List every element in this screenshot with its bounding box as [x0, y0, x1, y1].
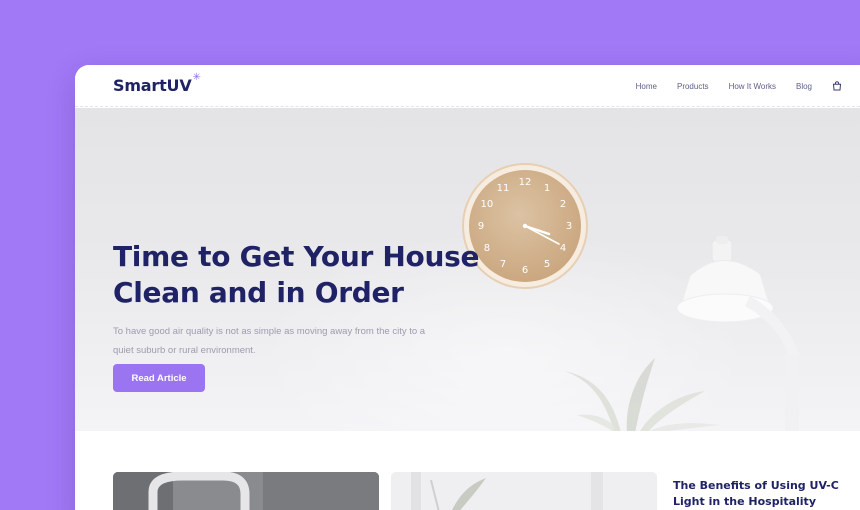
faucet-image: [113, 472, 379, 510]
nav-link-home[interactable]: Home: [636, 82, 657, 91]
hero-title-line-2: Clean and in Order: [113, 276, 404, 309]
article-card-bathroom-image[interactable]: [113, 472, 379, 510]
clock-numeral: 11: [497, 183, 510, 194]
clock-numeral: 10: [481, 199, 494, 210]
clock-numeral: 2: [560, 199, 566, 210]
clock-numeral: 1: [544, 183, 550, 194]
nav-link-products[interactable]: Products: [677, 82, 709, 91]
clock-numeral: 4: [560, 243, 566, 254]
hero-section: 12 1 2 3 4 5 6 7 8 9 10 11 Time to Get Your House C…: [75, 108, 860, 431]
browser-window: SmartUV ✳ Home Products How It Works Blo…: [75, 65, 860, 510]
hero-subtitle-line-1: To have good air quality is not as simpl…: [113, 326, 426, 337]
nav-link-blog[interactable]: Blog: [796, 82, 812, 91]
side-title-line-1: The Benefits of Using UV-C: [673, 479, 839, 492]
shopping-bag-icon[interactable]: [832, 81, 842, 91]
clock-numeral: 7: [500, 259, 506, 270]
clock-numeral: 9: [478, 221, 484, 232]
hero-subtitle: To have good air quality is not as simpl…: [113, 322, 493, 360]
sparkle-icon: ✳: [192, 72, 201, 83]
nav-links: Home Products How It Works Blog: [616, 65, 842, 107]
read-article-button[interactable]: Read Article: [113, 364, 205, 392]
clock-numeral: 5: [544, 259, 550, 270]
side-title-line-2: Light in the Hospitality: [673, 495, 816, 508]
side-article-title[interactable]: The Benefits of Using UV-C Light in the …: [673, 478, 853, 510]
hero-title-line-1: Time to Get Your House: [113, 240, 480, 273]
hero-subtitle-line-2: quiet suburb or rural environment.: [113, 345, 256, 356]
logo-text: SmartUV: [113, 76, 192, 95]
top-navbar: SmartUV ✳ Home Products How It Works Blo…: [75, 65, 860, 107]
logo[interactable]: SmartUV ✳: [113, 72, 201, 95]
nav-link-how-it-works[interactable]: How It Works: [729, 82, 776, 91]
article-card-plant-image[interactable]: [391, 472, 657, 510]
window-plant-image: [391, 472, 657, 510]
hero-title: Time to Get Your House Clean and in Orde…: [113, 239, 493, 311]
clock-numeral: 3: [566, 221, 572, 232]
desk-lamp-image: [676, 236, 800, 431]
clock-numeral: 12: [519, 177, 532, 188]
clock-numeral: 6: [522, 265, 528, 276]
